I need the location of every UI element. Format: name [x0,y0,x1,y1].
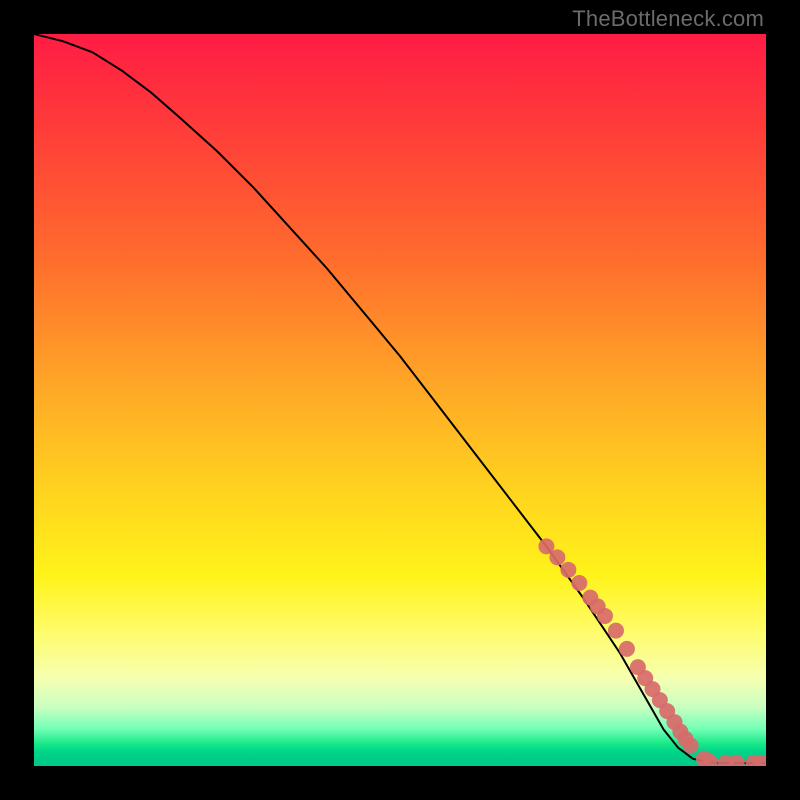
data-point [560,562,576,578]
plot-area [34,34,766,766]
chart-overlay [34,34,766,766]
data-point [571,575,587,591]
data-point [683,738,699,754]
data-point [608,623,624,639]
data-points [538,538,766,766]
data-point [619,641,635,657]
chart-frame: TheBottleneck.com [0,0,800,800]
curve-line [34,34,766,763]
data-point [597,608,613,624]
data-point [549,549,565,565]
data-point [729,755,745,766]
watermark-text: TheBottleneck.com [572,6,764,32]
